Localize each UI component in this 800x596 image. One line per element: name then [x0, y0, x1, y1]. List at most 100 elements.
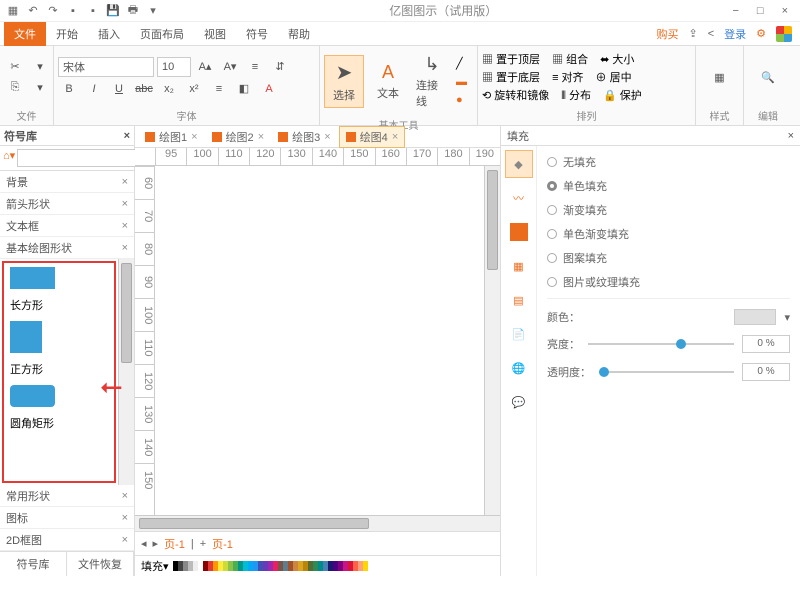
protect-button[interactable]: 🔒 保护	[603, 87, 642, 103]
gear-icon[interactable]: ⚙	[756, 27, 766, 40]
circle-shape-icon[interactable]: ●	[456, 94, 467, 106]
canvas-hscrollbar[interactable]	[135, 515, 500, 531]
font-size-select[interactable]: 10	[157, 57, 191, 77]
italic-button[interactable]: I	[83, 80, 105, 98]
close-panel-icon[interactable]: ×	[124, 130, 130, 142]
login-link[interactable]: 登录	[724, 26, 746, 42]
cut-icon[interactable]: ✂	[4, 58, 26, 76]
pattern-tab-icon[interactable]: ▦	[505, 252, 533, 280]
shape-square[interactable]: 正方形	[4, 317, 114, 381]
share-icon[interactable]: <	[708, 28, 714, 40]
page-tab-2[interactable]: 页-1	[212, 536, 233, 552]
chat-tab-icon[interactable]: 💬	[505, 388, 533, 416]
center-button[interactable]: ⊕ 居中	[596, 69, 632, 85]
home-icon[interactable]: ⌂▾	[3, 149, 15, 167]
paste-icon[interactable]: ▾	[29, 79, 51, 97]
distribute-button[interactable]: ⫴ 分布	[561, 87, 591, 103]
brightness-slider[interactable]	[588, 343, 734, 345]
color-picker[interactable]	[734, 309, 776, 325]
close-button[interactable]: ×	[782, 5, 788, 17]
grow-font-icon[interactable]: A▴	[194, 58, 216, 76]
fill-option-0[interactable]: 无填充	[547, 154, 790, 170]
tab-insert[interactable]: 插入	[88, 22, 130, 46]
fill-option-2[interactable]: 渐变填充	[547, 202, 790, 218]
brightness-value[interactable]: 0 %	[742, 335, 790, 353]
doc-tab-1[interactable]: 绘图2×	[206, 127, 271, 147]
tab-help[interactable]: 帮助	[278, 22, 320, 46]
buy-link[interactable]: 购买	[656, 26, 678, 42]
undo-icon[interactable]: ↶	[26, 4, 40, 18]
fill-menu-icon[interactable]: ▾	[163, 560, 169, 573]
shape-rectangle[interactable]: 长方形	[4, 263, 114, 317]
drawing-canvas[interactable]	[155, 166, 484, 515]
tab-view[interactable]: 视图	[194, 22, 236, 46]
qat-more-icon[interactable]: ▾	[146, 4, 160, 18]
bullet-icon[interactable]: ≡	[208, 80, 230, 98]
font-color-icon[interactable]: A	[258, 80, 280, 98]
export-icon[interactable]: ⇪	[688, 27, 697, 40]
rotate-button[interactable]: ⟲ 旋转和镜像	[482, 87, 549, 103]
minimize-button[interactable]: −	[732, 5, 738, 17]
align-icon[interactable]: ≡	[244, 58, 266, 76]
tab-symbol[interactable]: 符号	[236, 22, 278, 46]
rect-shape-icon[interactable]: ▬	[456, 76, 467, 88]
format-painter-icon[interactable]: ▾	[29, 58, 51, 76]
select-tool-button[interactable]: ➤选择	[324, 55, 364, 108]
shape-rounded-rect[interactable]: 圆角矩形	[4, 381, 114, 435]
layers-tab-icon[interactable]: ▤	[505, 286, 533, 314]
add-page-icon[interactable]: +	[200, 538, 206, 550]
superscript-button[interactable]: x²	[183, 80, 205, 98]
close-fill-panel-icon[interactable]: ×	[788, 130, 794, 142]
tab-symbol-library[interactable]: 符号库	[0, 552, 67, 576]
color-dropdown-icon[interactable]: ▾	[784, 311, 790, 324]
group-button[interactable]: ▦ 组合	[552, 51, 588, 67]
tab-file[interactable]: 文件	[4, 22, 46, 46]
style-button[interactable]: ▦	[700, 67, 739, 88]
doc-tab-2[interactable]: 绘图3×	[272, 127, 337, 147]
fill-tab-icon[interactable]: ◆	[505, 150, 533, 178]
shape-tab-icon[interactable]	[505, 218, 533, 246]
connector-tool-button[interactable]: ↳连接线	[412, 50, 452, 113]
size-button[interactable]: ⬌ 大小	[600, 51, 634, 67]
tab-file-recovery[interactable]: 文件恢复	[67, 552, 134, 576]
page-tab-icon[interactable]: 📄	[505, 320, 533, 348]
category-common[interactable]: 常用形状×	[0, 485, 134, 507]
fill-option-1[interactable]: 单色填充	[547, 178, 790, 194]
tab-start[interactable]: 开始	[46, 22, 88, 46]
doc-tab-3[interactable]: 绘图4×	[339, 126, 406, 148]
fill-option-5[interactable]: 图片或纹理填充	[547, 274, 790, 290]
page-nav-prev-icon[interactable]: ◂	[141, 537, 147, 550]
underline-button[interactable]: U	[108, 80, 130, 98]
send-back-button[interactable]: ▦ 置于底层	[482, 69, 540, 85]
opacity-slider[interactable]	[599, 371, 734, 373]
line-spacing-icon[interactable]: ⇵	[269, 58, 291, 76]
fill-option-3[interactable]: 单色渐变填充	[547, 226, 790, 242]
page-nav-next-icon[interactable]: ▸	[153, 537, 159, 550]
category-icons[interactable]: 图标×	[0, 507, 134, 529]
open-icon[interactable]: ▪	[86, 4, 100, 18]
line-shape-icon[interactable]: ╱	[456, 57, 467, 70]
copy-icon[interactable]: ⎘	[4, 79, 26, 97]
bold-button[interactable]: B	[58, 80, 80, 98]
line-tab-icon[interactable]: 〰	[505, 184, 533, 212]
category-basic-shapes[interactable]: 基本绘图形状×	[0, 237, 134, 259]
redo-icon[interactable]: ↷	[46, 4, 60, 18]
shrink-font-icon[interactable]: A▾	[219, 58, 241, 76]
new-icon[interactable]: ▪	[66, 4, 80, 18]
doc-tab-0[interactable]: 绘图1×	[139, 127, 204, 147]
category-arrows[interactable]: 箭头形状×	[0, 193, 134, 215]
maximize-button[interactable]: □	[757, 5, 764, 17]
highlight-icon[interactable]: ◧	[233, 80, 255, 98]
font-name-select[interactable]: 宋体	[58, 57, 154, 77]
fill-option-4[interactable]: 图案填充	[547, 250, 790, 266]
subscript-button[interactable]: x₂	[158, 80, 180, 98]
category-textbox[interactable]: 文本框×	[0, 215, 134, 237]
print-icon[interactable]: 🖶	[126, 4, 140, 18]
shapes-scrollbar[interactable]	[118, 259, 134, 485]
strike-button[interactable]: abc	[133, 80, 155, 98]
align-button[interactable]: ≡ 对齐	[552, 69, 583, 85]
map-tab-icon[interactable]: 🌐	[505, 354, 533, 382]
category-2d-frame[interactable]: 2D框图×	[0, 529, 134, 551]
palette-swatch[interactable]	[363, 561, 368, 571]
page-tab-1[interactable]: 页-1	[164, 536, 185, 552]
